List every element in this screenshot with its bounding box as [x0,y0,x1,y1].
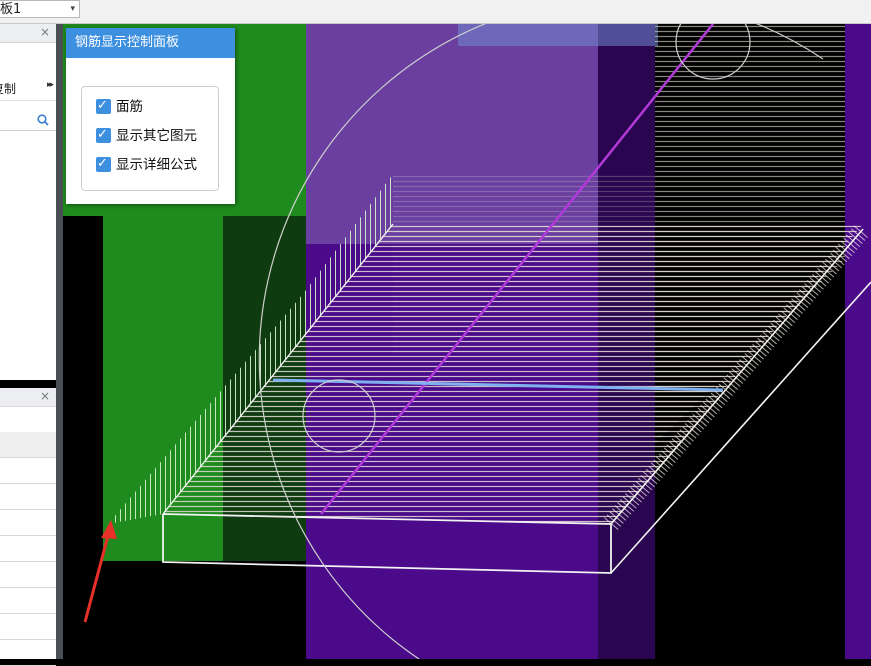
floor-select-value: 板1 [0,2,22,17]
table-row[interactable] [0,640,56,666]
grid-header-row [0,432,56,458]
control-panel-titlebar[interactable]: 钢筋显示控制面板 [66,28,235,58]
search-icon[interactable] [36,113,50,127]
copy-label: 复制 [0,82,17,96]
top-toolbar: 板1 ▾ [0,0,871,24]
copy-row[interactable]: 复制 ▸▸ [0,76,56,101]
checkmark-icon: ✓ [97,98,108,113]
options-group: ✓ 面筋 ✓ 显示其它图元 ✓ 显示详细公式 [81,86,219,191]
rebar-mesh-mid [393,174,655,354]
table-row[interactable] [0,510,56,536]
floor-select[interactable]: 板1 ▾ [0,0,80,18]
option-label: 显示详细公式 [116,157,197,173]
search-input[interactable] [0,110,56,131]
panel-titlebar: × [0,388,56,407]
checkbox[interactable]: ✓ [96,98,111,114]
panel-titlebar: × [0,24,56,43]
annotation-arrow [83,531,111,623]
table-row[interactable] [0,484,56,510]
table-row[interactable] [0,588,56,614]
expand-arrows-icon[interactable]: ▸▸ [47,80,54,90]
left-panel-upper: × 复制 ▸▸ [0,24,57,380]
blue-beam [458,24,658,46]
option-label: 显示其它图元 [116,128,197,144]
rebar-display-control-panel: 钢筋显示控制面板 ✓ 面筋 ✓ 显示其它图元 ✓ 显示详细公式 [66,28,235,204]
table-row[interactable] [0,562,56,588]
chevron-down-icon[interactable]: ▾ [70,1,75,17]
panel-splitter[interactable] [56,24,63,659]
close-icon[interactable]: × [40,389,50,403]
table-row[interactable] [0,458,56,484]
checkmark-icon: ✓ [97,127,108,142]
left-panel-lower: × [0,388,57,666]
checkmark-icon: ✓ [97,156,108,171]
purple-column-right [845,24,871,659]
checkbox[interactable]: ✓ [96,156,111,172]
table-row[interactable] [0,614,56,640]
close-icon[interactable]: × [40,25,50,39]
control-panel-title: 钢筋显示控制面板 [75,35,180,50]
option-label: 面筋 [116,99,143,115]
table-row[interactable] [0,536,56,562]
checkbox[interactable]: ✓ [96,127,111,143]
